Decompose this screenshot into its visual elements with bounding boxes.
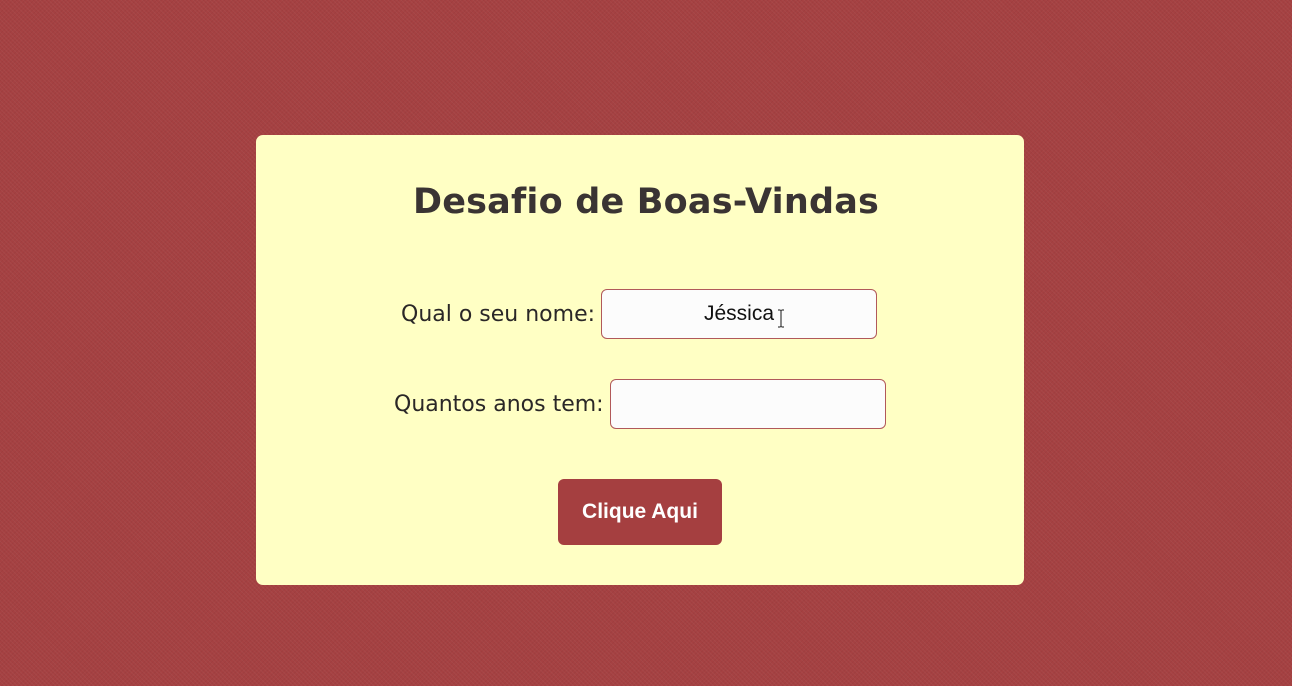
age-row: Quantos anos tem: [394, 379, 886, 429]
name-label: Qual o seu nome: [401, 301, 596, 327]
name-input[interactable] [601, 289, 878, 339]
page-title: Desafio de Boas-Vindas [412, 182, 880, 222]
name-row: Qual o seu nome: [401, 289, 878, 339]
age-label: Quantos anos tem: [394, 391, 604, 417]
submit-button[interactable]: Clique Aqui [558, 479, 722, 545]
age-input[interactable] [609, 379, 886, 429]
